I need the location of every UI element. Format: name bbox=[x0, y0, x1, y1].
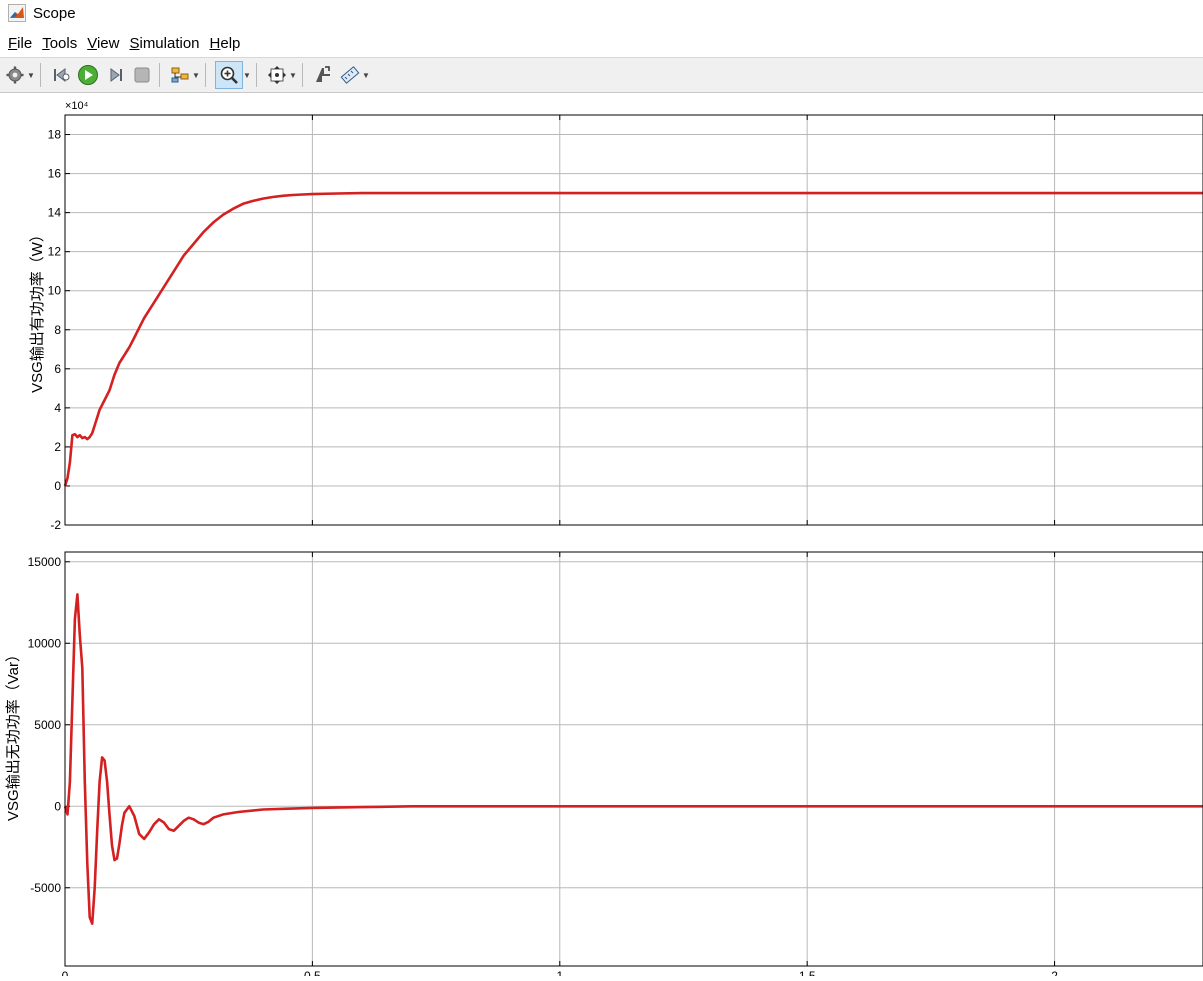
zoom-dropdown-icon[interactable]: ▼ bbox=[243, 63, 251, 87]
y-tick-label: 6 bbox=[54, 362, 61, 376]
menu-mnemonic: V bbox=[87, 34, 97, 52]
menu-mnemonic: F bbox=[8, 34, 18, 52]
y-tick-label: 4 bbox=[54, 401, 61, 415]
y-tick-label: 0 bbox=[54, 799, 61, 813]
scope-plots-svg: -2024681012141618×10⁴VSG输出有功功率（W） -50000… bbox=[5, 100, 1203, 981]
menu-file[interactable]: File bbox=[8, 35, 32, 52]
y-tick-label: 10 bbox=[48, 284, 62, 298]
y-tick-label: 15000 bbox=[28, 555, 62, 569]
y-tick-label: 10000 bbox=[28, 636, 62, 650]
measure-dropdown-icon[interactable]: ▼ bbox=[362, 63, 370, 87]
y-tick-label: 12 bbox=[48, 245, 62, 259]
x-tick-label: 0.5 bbox=[304, 969, 321, 976]
reactive-power-axes[interactable]: -5000 0 5000 10000 15000 0 0.5 1 1.5 2 VSG输出无功功率（V… bbox=[5, 551, 1203, 981]
y-tick-label: 18 bbox=[48, 128, 62, 142]
toolbar-separator bbox=[205, 63, 206, 87]
menu-help[interactable]: Help bbox=[210, 35, 241, 52]
highlight-icon[interactable] bbox=[168, 63, 192, 87]
highlight-dropdown-icon[interactable]: ▼ bbox=[192, 63, 200, 87]
step-back-icon[interactable] bbox=[49, 63, 73, 87]
menu-mnemonic: H bbox=[209, 34, 221, 52]
gear-icon[interactable] bbox=[3, 63, 27, 87]
menu-mnemonic: S bbox=[129, 34, 140, 52]
settings-dropdown-icon[interactable]: ▼ bbox=[27, 63, 35, 87]
y-tick-label: 16 bbox=[48, 167, 62, 181]
toolbar-separator bbox=[40, 63, 41, 87]
menu-label-rest: elp bbox=[220, 34, 241, 52]
active-power-axes[interactable]: -2 0 2 4 6 8 10 12 14 16 18 ×10⁴ VSG输出有功功率（W） bbox=[29, 100, 1203, 532]
menu-label-rest: ools bbox=[49, 34, 78, 52]
axes-background bbox=[65, 552, 1203, 966]
fit-to-view-icon[interactable] bbox=[265, 63, 289, 87]
y-tick-label: -2 bbox=[50, 518, 61, 532]
y-tick-label: -5000 bbox=[30, 881, 61, 895]
x-tick-label: 1 bbox=[556, 969, 563, 976]
y-axis-label: VSG输出无功功率（Var） bbox=[5, 647, 22, 821]
measure-icon[interactable] bbox=[338, 63, 362, 87]
step-forward-icon[interactable] bbox=[103, 63, 127, 87]
y-axis-label: VSG输出有功功率（W） bbox=[29, 227, 46, 393]
y-tick-label: 8 bbox=[54, 323, 61, 337]
menu-view[interactable]: View bbox=[87, 35, 119, 52]
x-tick-label: 0 bbox=[62, 969, 69, 976]
run-icon[interactable] bbox=[76, 63, 100, 87]
menu-label-rest: iew bbox=[96, 34, 120, 52]
menu-label-rest: imulation bbox=[139, 34, 200, 52]
toolbar-separator bbox=[159, 63, 160, 87]
x-tick-label: 2 bbox=[1051, 969, 1058, 976]
fit-dropdown-icon[interactable]: ▼ bbox=[289, 63, 297, 87]
menu-tools[interactable]: Tools bbox=[42, 35, 77, 52]
zoom-in-icon[interactable] bbox=[215, 61, 243, 89]
window-title: Scope bbox=[33, 4, 76, 22]
menu-simulation[interactable]: Simulation bbox=[129, 35, 199, 52]
menu-mnemonic: T bbox=[42, 34, 50, 52]
scope-plot-area: -2 0 2 4 6 8 10 12 14 16 18 ×10⁴ VSG输出有功功率（W） -5000 0… bbox=[0, 92, 1203, 981]
menu-label-rest: ile bbox=[17, 34, 33, 52]
matlab-icon bbox=[8, 4, 26, 22]
stop-icon[interactable] bbox=[130, 63, 154, 87]
toolbar-separator bbox=[256, 63, 257, 87]
axes-background bbox=[65, 115, 1203, 525]
y-tick-label: 0 bbox=[54, 479, 61, 493]
y-tick-label: 2 bbox=[54, 440, 61, 454]
toolbar: ▼ ▼ ▼ ▼ ▼ bbox=[0, 57, 1203, 93]
menu-bar: File Tools View Simulation Help bbox=[0, 31, 1203, 55]
restore-icon[interactable] bbox=[311, 63, 335, 87]
window-titlebar: Scope bbox=[0, 0, 1203, 26]
y-tick-label: 5000 bbox=[34, 718, 61, 732]
toolbar-separator bbox=[302, 63, 303, 87]
y-tick-label: 14 bbox=[48, 206, 62, 220]
x-tick-label: 1.5 bbox=[799, 969, 816, 976]
exponent-label: ×10⁴ bbox=[65, 100, 89, 112]
